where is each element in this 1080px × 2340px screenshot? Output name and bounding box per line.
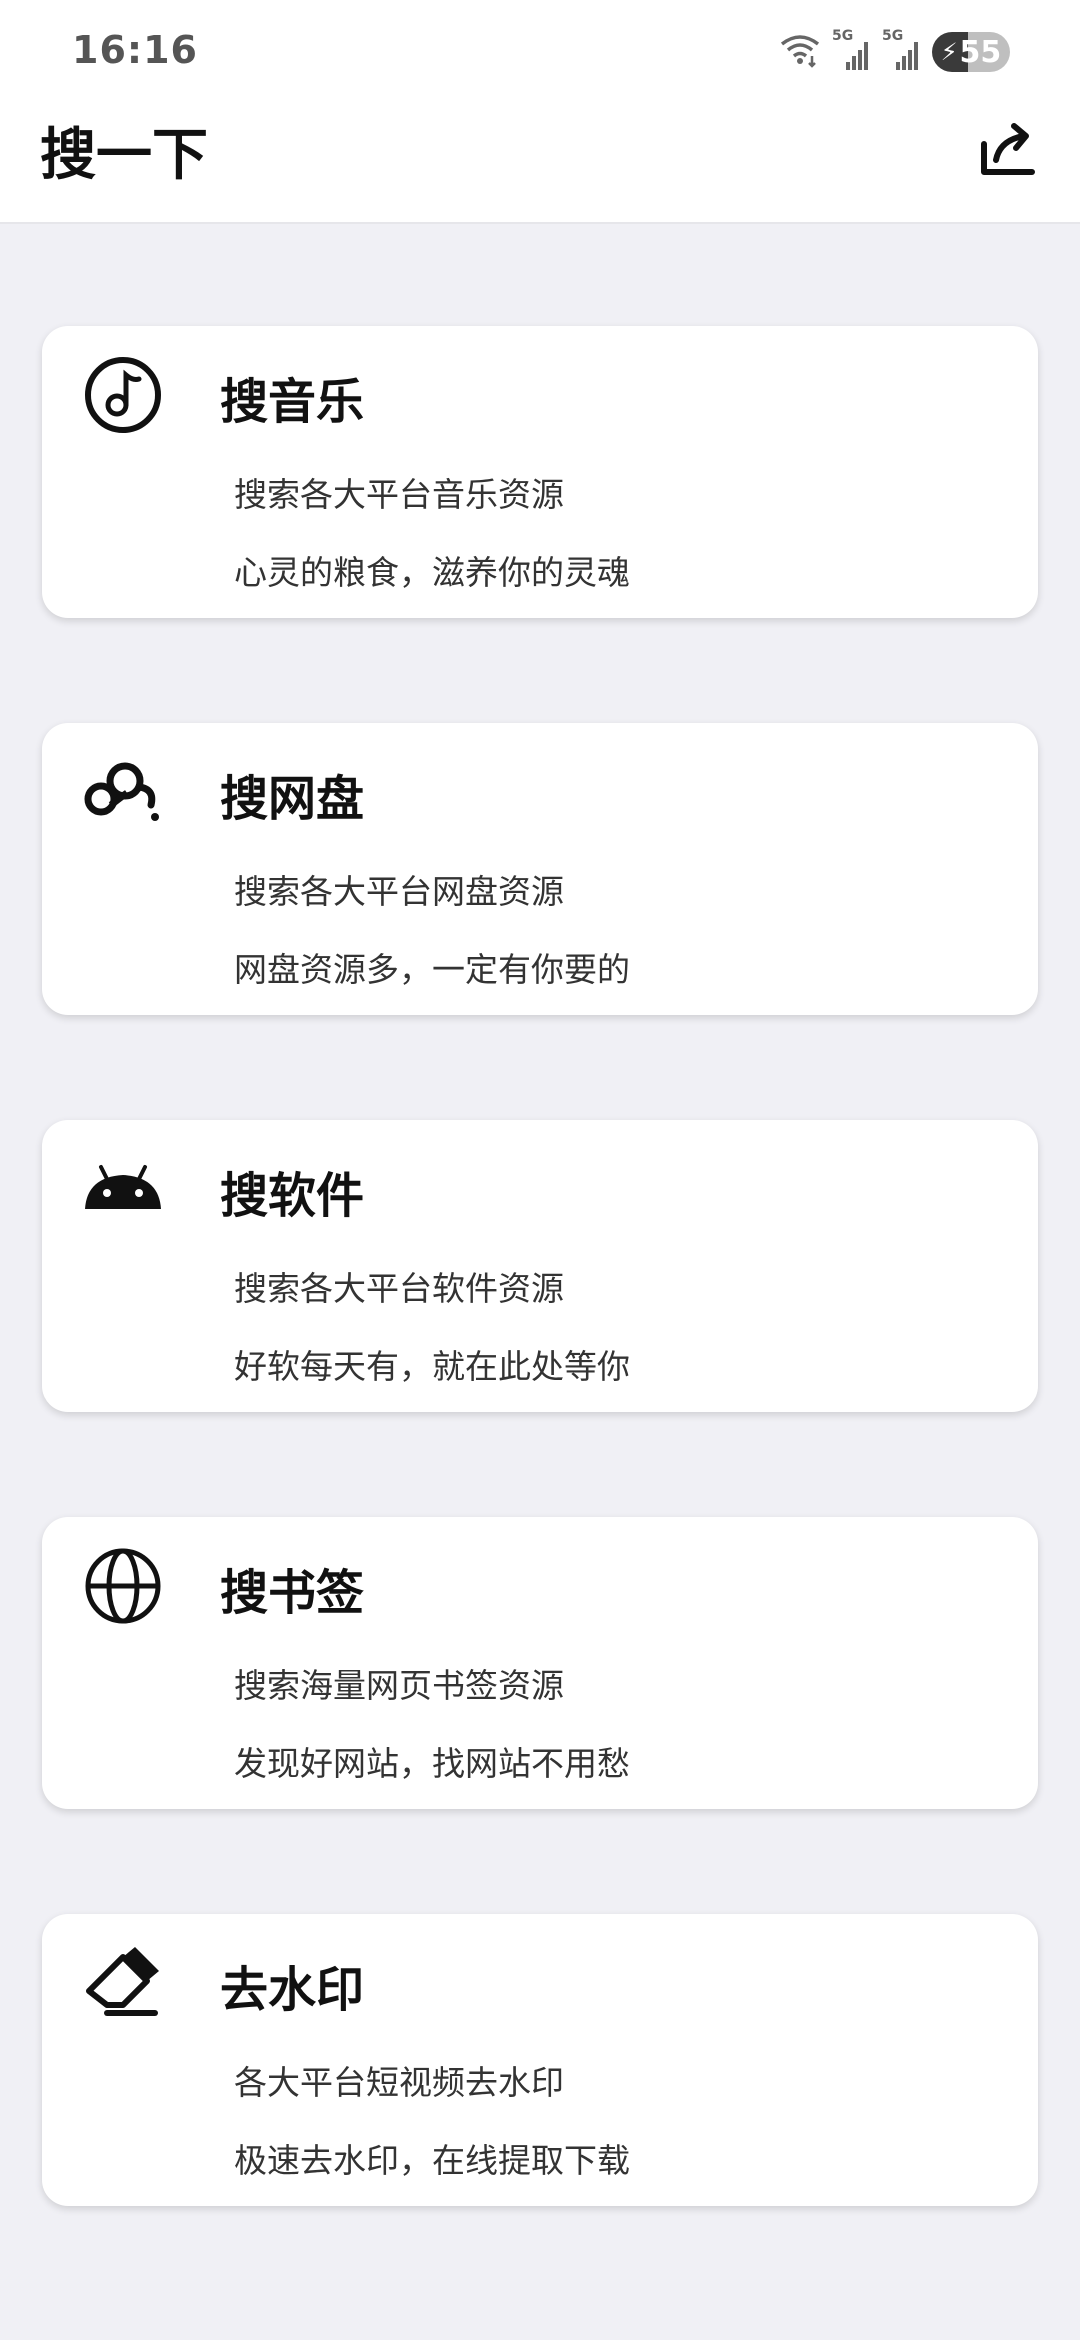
music-note-icon xyxy=(80,352,166,438)
card-tagline: 发现好网站，找网站不用愁 xyxy=(234,1744,630,1783)
card-description: 搜索海量网页书签资源 xyxy=(234,1666,564,1705)
top-bar: 16:16 5G 5G ⚡ 55 搜一下 xyxy=(0,0,1080,224)
battery-level: 55 xyxy=(959,34,1002,70)
card-description: 搜索各大平台网盘资源 xyxy=(234,872,564,911)
card-search-cloud-drive[interactable]: 搜网盘 搜索各大平台网盘资源 网盘资源多，一定有你要的 xyxy=(42,723,1038,1015)
card-description: 各大平台短视频去水印 xyxy=(234,2063,564,2102)
card-title: 搜书签 xyxy=(220,1565,365,1621)
card-search-software[interactable]: 搜软件 搜索各大平台软件资源 好软每天有，就在此处等你 xyxy=(42,1120,1038,1412)
card-tagline: 网盘资源多，一定有你要的 xyxy=(234,950,630,989)
card-title: 搜软件 xyxy=(220,1168,365,1224)
globe-icon xyxy=(80,1543,166,1629)
status-bar: 16:16 5G 5G ⚡ 55 xyxy=(0,0,1080,104)
card-title: 搜音乐 xyxy=(220,374,365,430)
card-title: 去水印 xyxy=(220,1962,365,2018)
card-search-bookmarks[interactable]: 搜书签 搜索海量网页书签资源 发现好网站，找网站不用愁 xyxy=(42,1517,1038,1809)
share-button[interactable] xyxy=(972,112,1044,184)
wifi-icon xyxy=(778,30,822,74)
card-remove-watermark[interactable]: 去水印 各大平台短视频去水印 极速去水印，在线提取下载 xyxy=(42,1914,1038,2206)
share-icon xyxy=(981,123,1035,175)
android-icon xyxy=(80,1146,166,1232)
status-icons: 5G 5G ⚡ 55 xyxy=(778,28,1010,74)
signal-icon-2: 5G xyxy=(882,28,922,72)
cloud-drive-icon xyxy=(80,749,166,835)
card-description: 搜索各大平台音乐资源 xyxy=(234,475,564,514)
card-tagline: 好软每天有，就在此处等你 xyxy=(234,1347,630,1386)
card-description: 搜索各大平台软件资源 xyxy=(234,1269,564,1308)
status-time: 16:16 xyxy=(72,28,198,72)
card-tagline: 极速去水印，在线提取下载 xyxy=(234,2141,630,2180)
signal-icon-1: 5G xyxy=(832,28,872,72)
eraser-icon xyxy=(80,1940,166,2026)
card-title: 搜网盘 xyxy=(220,771,365,827)
card-tagline: 心灵的粮食，滋养你的灵魂 xyxy=(234,553,630,592)
card-search-music[interactable]: 搜音乐 搜索各大平台音乐资源 心灵的粮食，滋养你的灵魂 xyxy=(42,326,1038,618)
page-title: 搜一下 xyxy=(40,123,208,188)
battery-indicator: ⚡ 55 xyxy=(932,32,1010,72)
bolt-icon: ⚡ xyxy=(940,38,958,66)
